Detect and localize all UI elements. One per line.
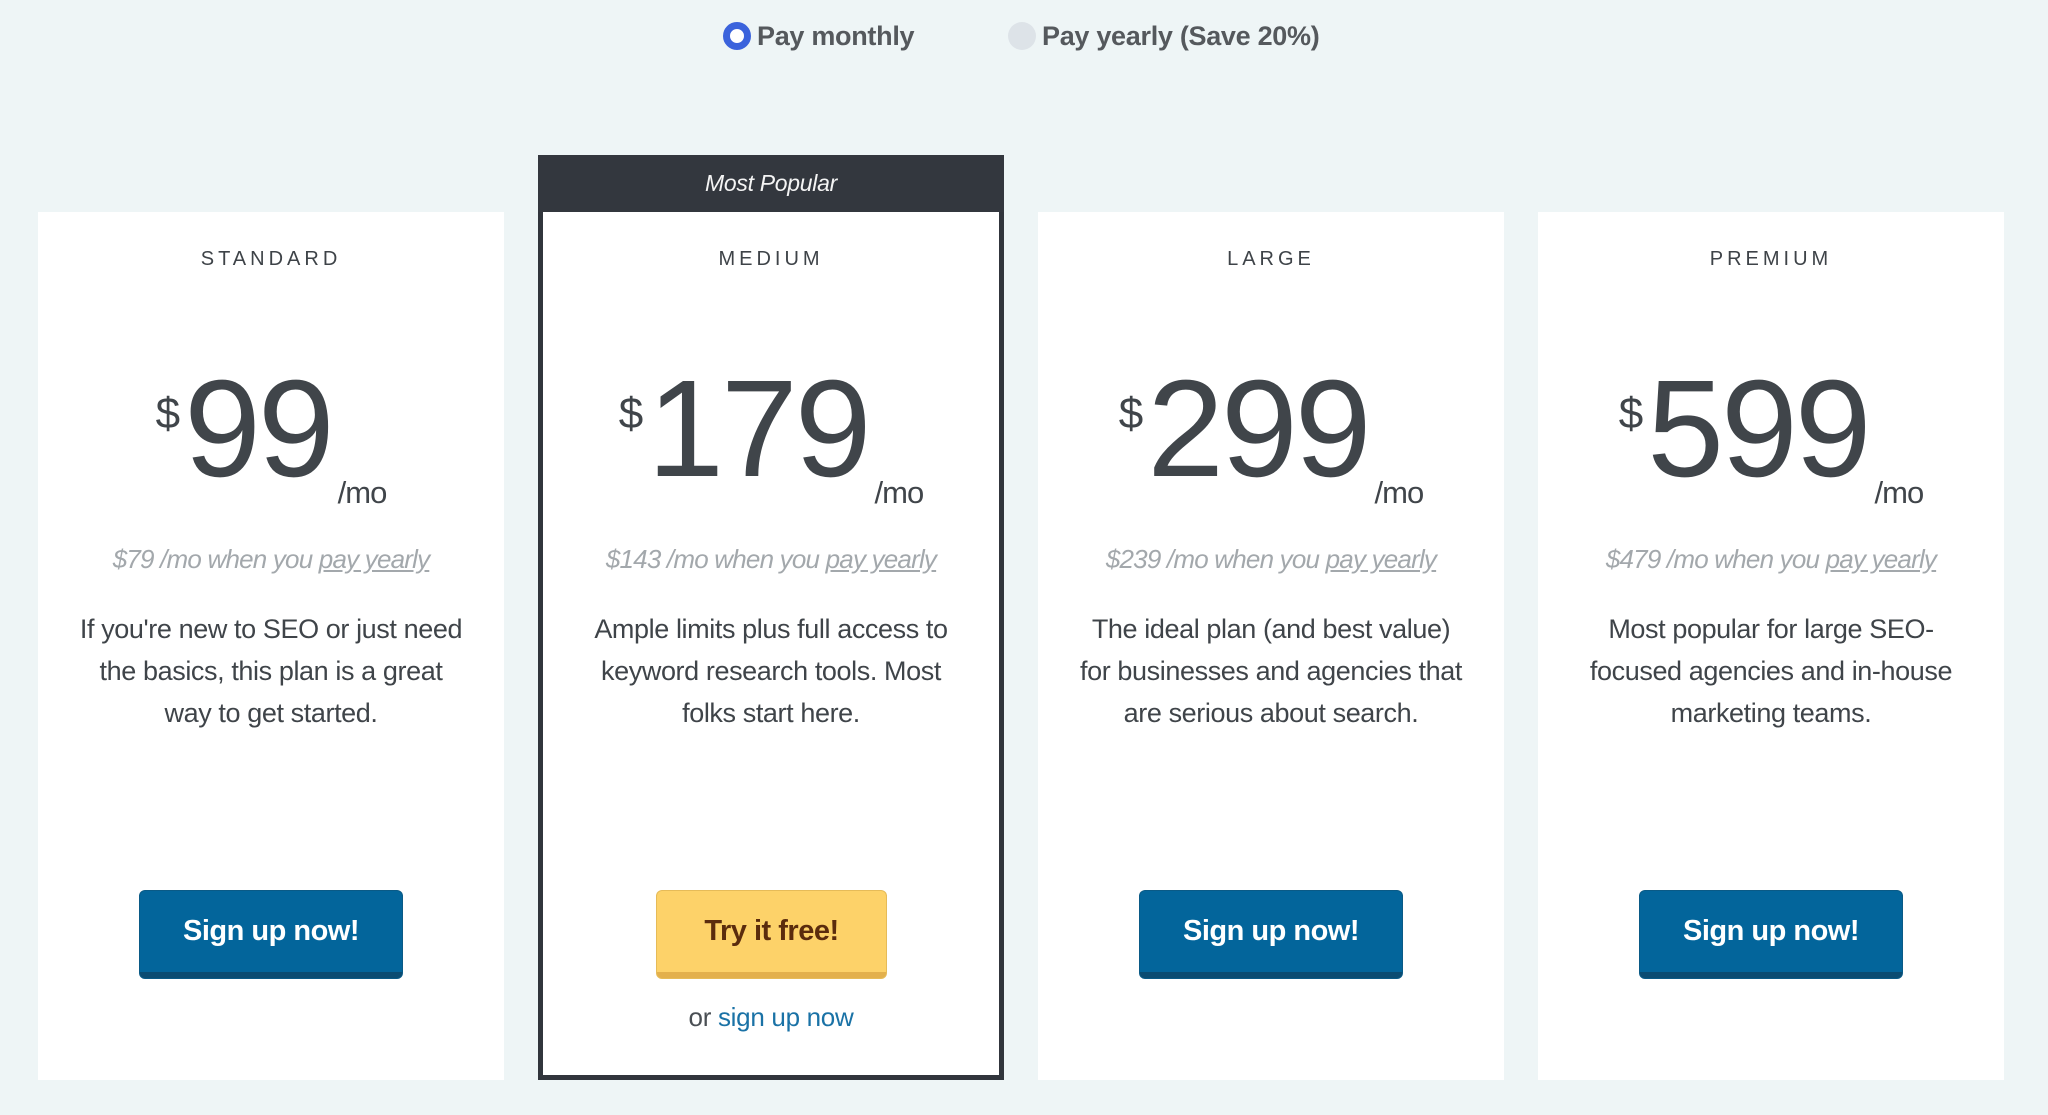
- price-amount: 299: [1147, 352, 1371, 506]
- pay-yearly-label: Pay yearly (Save 20%): [1042, 20, 1320, 51]
- yearly-price-note: $79 /mo when you pay yearly: [38, 544, 504, 575]
- try-it-free-button[interactable]: Try it free!: [657, 891, 886, 978]
- pay-yearly-link[interactable]: pay yearly: [1326, 544, 1437, 574]
- plan-name: LARGE: [1227, 248, 1315, 270]
- pay-monthly-option[interactable]: Pay monthly: [723, 16, 915, 56]
- radio-checked-icon[interactable]: [723, 22, 751, 50]
- plan-price: $ 599 /mo: [1538, 352, 2004, 508]
- plan-name: STANDARD: [200, 248, 342, 270]
- price-period: /mo: [1374, 475, 1425, 510]
- yearly-price-note: $239 /mo when you pay yearly: [1038, 544, 1504, 575]
- alternate-signup: or sign up now: [543, 1002, 999, 1033]
- plan-price: $ 299 /mo: [1038, 352, 1504, 508]
- plan-name: PREMIUM: [1709, 248, 1833, 270]
- plan-card-standard: STANDARD $ 99 /mo $79 /mo when you pay y…: [38, 212, 504, 1080]
- plan-name: MEDIUM: [718, 248, 824, 270]
- price-period: /mo: [337, 475, 388, 510]
- currency-symbol: $: [618, 389, 644, 438]
- plan-price: $ 179 /mo: [543, 352, 999, 508]
- price-amount: 599: [1647, 352, 1871, 506]
- price-amount: 99: [184, 352, 334, 506]
- plan-description: The ideal plan (and best value) for busi…: [1080, 614, 1462, 728]
- alt-prefix: or: [688, 1002, 718, 1032]
- yearly-price-text: $239 /mo when you: [1105, 544, 1326, 574]
- radio-unchecked-icon[interactable]: [1008, 22, 1036, 50]
- pay-yearly-link[interactable]: pay yearly: [826, 544, 937, 574]
- plan-price: $ 99 /mo: [38, 352, 504, 508]
- currency-symbol: $: [155, 389, 181, 438]
- pay-monthly-label: Pay monthly: [757, 20, 915, 51]
- sign-up-button[interactable]: Sign up now!: [1640, 891, 1902, 978]
- price-amount: 179: [647, 352, 871, 506]
- sign-up-button[interactable]: Sign up now!: [140, 891, 402, 978]
- plan-card-large: LARGE $ 299 /mo $239 /mo when you pay ye…: [1038, 212, 1504, 1080]
- pay-yearly-option[interactable]: Pay yearly (Save 20%): [1008, 16, 1320, 56]
- billing-period-toggle: Pay monthly Pay yearly (Save 20%): [0, 16, 2048, 56]
- pay-yearly-link[interactable]: pay yearly: [319, 544, 430, 574]
- yearly-price-text: $79 /mo when you: [112, 544, 319, 574]
- most-popular-badge: Most Popular: [538, 155, 1004, 212]
- plan-card-medium: Most Popular MEDIUM $ 179 /mo $143 /mo w…: [538, 155, 1004, 1080]
- price-period: /mo: [1874, 475, 1925, 510]
- currency-symbol: $: [1118, 389, 1144, 438]
- plan-description: Ample limits plus full access to keyword…: [594, 614, 948, 728]
- pricing-page: Pay monthly Pay yearly (Save 20%) STANDA…: [0, 0, 2048, 1115]
- pay-yearly-link[interactable]: pay yearly: [1826, 544, 1937, 574]
- currency-symbol: $: [1618, 389, 1644, 438]
- yearly-price-text: $479 /mo when you: [1605, 544, 1826, 574]
- price-period: /mo: [874, 475, 925, 510]
- plan-card-premium: PREMIUM $ 599 /mo $479 /mo when you pay …: [1538, 212, 2004, 1080]
- plan-description: Most popular for large SEO-focused agenc…: [1589, 614, 1953, 728]
- sign-up-now-link[interactable]: sign up now: [718, 1002, 854, 1032]
- yearly-price-note: $479 /mo when you pay yearly: [1538, 544, 2004, 575]
- plan-description: If you're new to SEO or just need the ba…: [79, 614, 463, 728]
- sign-up-button[interactable]: Sign up now!: [1140, 891, 1402, 978]
- yearly-price-note: $143 /mo when you pay yearly: [543, 544, 999, 575]
- yearly-price-text: $143 /mo when you: [605, 544, 826, 574]
